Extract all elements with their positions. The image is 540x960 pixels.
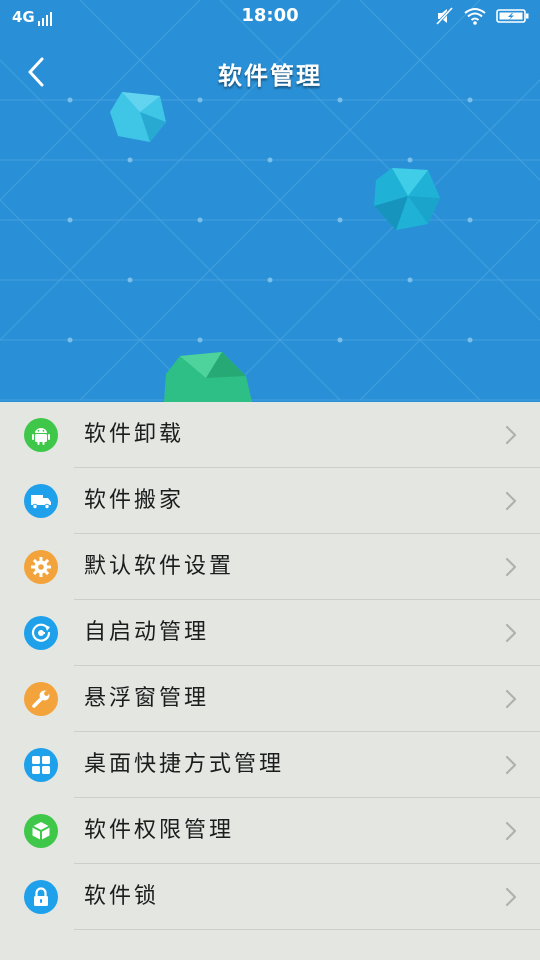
- status-bar: 4G 18:00: [0, 0, 540, 34]
- menu-item-label: 桌面快捷方式管理: [84, 752, 285, 777]
- menu-item-label: 悬浮窗管理: [84, 686, 210, 711]
- menu-item-desktop-shortcuts[interactable]: 桌面快捷方式管理: [0, 732, 540, 798]
- icon-badge: [24, 484, 58, 518]
- truck-icon: [31, 495, 51, 510]
- page-title: 软件管理: [218, 62, 322, 90]
- header-banner: 4G 18:00 软件管理: [0, 0, 540, 402]
- icon-badge: [24, 880, 58, 914]
- menu-item-label: 软件卸载: [84, 422, 185, 447]
- gear-icon: [31, 557, 51, 577]
- menu-item-app-permissions[interactable]: 软件权限管理: [0, 798, 540, 864]
- menu-item-default-apps[interactable]: 默认软件设置: [0, 534, 540, 600]
- wifi-icon: [464, 8, 486, 25]
- clock-icon: [31, 623, 51, 642]
- chevron-right-icon: [505, 887, 517, 907]
- chevron-right-icon: [505, 425, 517, 445]
- gem-decoration: [164, 352, 252, 402]
- mute-icon: [436, 7, 454, 25]
- wrench-icon: [32, 690, 50, 708]
- grid-icon: [32, 756, 50, 774]
- android-icon: [32, 428, 50, 445]
- menu-list: 软件卸载 软件搬家 默认软件设置 自启动管理 悬浮窗管理 桌面快捷方式管理 软件…: [0, 402, 540, 930]
- chevron-right-icon: [505, 755, 517, 775]
- menu-item-app-lock[interactable]: 软件锁: [0, 864, 540, 930]
- menu-item-label: 自启动管理: [84, 620, 210, 645]
- menu-item-app-move[interactable]: 软件搬家: [0, 468, 540, 534]
- icon-badge: [24, 550, 58, 584]
- nav-bar: 软件管理: [0, 44, 540, 100]
- menu-item-label: 软件搬家: [84, 488, 185, 513]
- chevron-right-icon: [505, 623, 517, 643]
- chevron-right-icon: [505, 821, 517, 841]
- icon-badge: [24, 418, 58, 452]
- chevron-right-icon: [505, 689, 517, 709]
- icon-badge: [24, 748, 58, 782]
- menu-item-floating-window[interactable]: 悬浮窗管理: [0, 666, 540, 732]
- chevron-right-icon: [505, 557, 517, 577]
- battery-icon: [496, 9, 529, 23]
- gem-decoration: [374, 168, 440, 230]
- divider: [74, 929, 540, 930]
- menu-item-app-uninstall[interactable]: 软件卸载: [0, 402, 540, 468]
- icon-badge: [24, 682, 58, 716]
- icon-badge: [24, 616, 58, 650]
- menu-item-label: 软件权限管理: [84, 818, 235, 843]
- cube-icon: [32, 822, 50, 840]
- menu-item-label: 软件锁: [84, 884, 160, 909]
- chevron-right-icon: [505, 491, 517, 511]
- lock-icon: [34, 887, 48, 906]
- icon-badge: [24, 814, 58, 848]
- menu-item-label: 默认软件设置: [84, 554, 235, 579]
- menu-item-autostart[interactable]: 自启动管理: [0, 600, 540, 666]
